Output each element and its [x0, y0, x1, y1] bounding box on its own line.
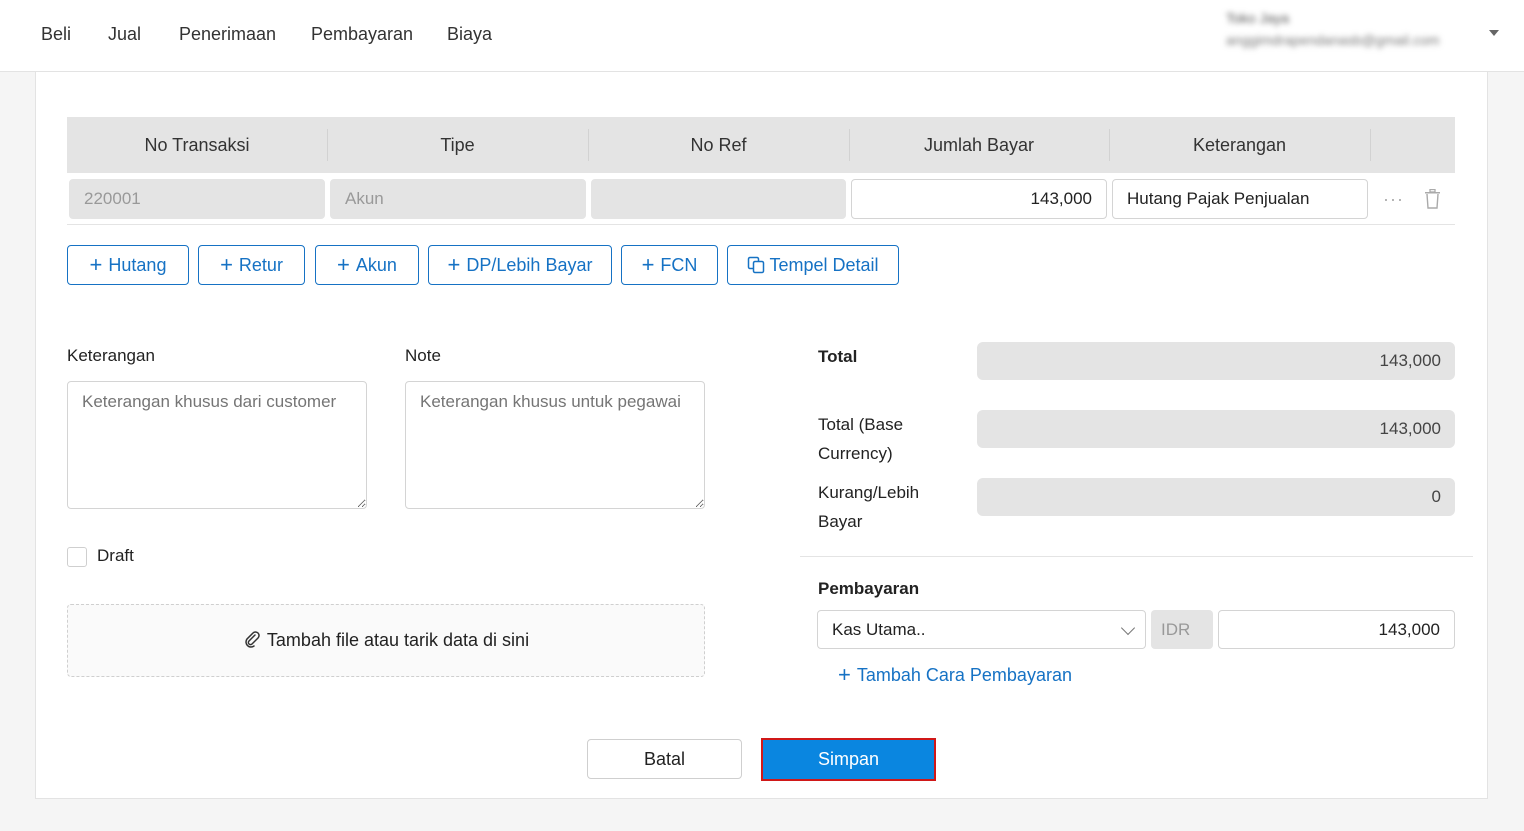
keterangan-row-input[interactable]: Hutang Pajak Penjualan — [1112, 179, 1368, 219]
payment-method-value: Kas Utama.. — [832, 620, 926, 639]
more-options-icon[interactable]: ··· — [1383, 189, 1404, 210]
add-hutang-label: Hutang — [108, 255, 167, 275]
col-divider — [1370, 129, 1371, 161]
tempel-detail-button[interactable]: Tempel Detail — [727, 245, 899, 285]
payment-amount-input[interactable]: 143,000 — [1218, 610, 1455, 649]
kurang-lebih-label-line1: Kurang/Lebih — [818, 483, 920, 502]
save-button[interactable]: Simpan — [761, 738, 936, 781]
dropzone-label: Tambah file atau tarik data di sini — [266, 630, 530, 650]
kurang-lebih-label: Kurang/Lebih Bayar — [818, 478, 919, 536]
plus-icon: + — [220, 252, 233, 277]
add-fcn-button[interactable]: + FCN — [621, 245, 718, 285]
nav-biaya[interactable]: Biaya — [447, 24, 492, 45]
tipe-field: Akun — [330, 179, 586, 219]
user-name: Toko Jaya — [1226, 10, 1290, 26]
add-dp-label: DP/Lebih Bayar — [466, 255, 593, 275]
col-jumlah-bayar: Jumlah Bayar — [923, 135, 1035, 155]
trash-icon[interactable] — [1424, 189, 1441, 209]
draft-checkbox[interactable] — [67, 547, 87, 567]
keterangan-textarea[interactable] — [67, 381, 367, 509]
no-ref-field — [591, 179, 846, 219]
add-akun-button[interactable]: + Akun — [315, 245, 419, 285]
table-header: No Transaksi Tipe No Ref Jumlah Bayar Ke… — [67, 117, 1455, 173]
add-retur-button[interactable]: + Retur — [198, 245, 305, 285]
draft-label: Draft — [97, 546, 134, 565]
plus-icon: + — [337, 252, 350, 277]
kurang-lebih-label-line2: Bayar — [818, 512, 863, 531]
total-base-label-line2: Currency) — [818, 444, 893, 463]
plus-icon: + — [838, 662, 851, 687]
summary-divider — [800, 556, 1473, 557]
pembayaran-title: Pembayaran — [818, 579, 920, 598]
paperclip-icon — [245, 631, 260, 648]
total-base-label-line1: Total (Base — [818, 415, 904, 434]
note-label: Note — [405, 346, 441, 365]
nav-penerimaan[interactable]: Penerimaan — [179, 24, 276, 45]
add-retur-label: Retur — [238, 255, 283, 275]
no-transaksi-field: 220001 — [69, 179, 325, 219]
tempel-detail-label: Tempel Detail — [769, 255, 879, 275]
file-dropzone[interactable]: Tambah file atau tarik data di sini — [67, 604, 705, 677]
user-menu[interactable]: Toko Jaya anggimdrapendanasb@gmail.com — [1226, 10, 1486, 48]
currency-field: IDR — [1151, 610, 1213, 649]
payment-method-select[interactable]: Kas Utama.. — [817, 610, 1146, 649]
total-base-field: 143,000 — [977, 410, 1455, 448]
user-email: anggimdrapendanasb@gmail.com — [1226, 32, 1440, 48]
kurang-lebih-field: 0 — [977, 478, 1455, 516]
add-akun-label: Akun — [355, 255, 397, 275]
plus-icon: + — [447, 252, 461, 277]
total-base-label: Total (Base Currency) — [818, 410, 903, 468]
total-label: Total — [818, 347, 858, 366]
keterangan-label: Keterangan — [67, 346, 155, 365]
plus-icon: + — [89, 252, 103, 277]
col-keterangan: Keterangan — [1192, 135, 1287, 155]
add-dp-button[interactable]: + DP/Lebih Bayar — [428, 245, 612, 285]
top-navbar: Beli Jual Penerimaan Pembayaran Biaya To… — [0, 0, 1524, 72]
total-field: 143,000 — [977, 342, 1455, 380]
col-no-transaksi: No Transaksi — [144, 135, 250, 155]
add-payment-label: Tambah Cara Pembayaran — [856, 665, 1072, 685]
add-fcn-label: FCN — [660, 255, 698, 275]
col-tipe: Tipe — [440, 135, 475, 155]
add-payment-method-link[interactable]: + Tambah Cara Pembayaran — [838, 662, 1072, 688]
cancel-button[interactable]: Batal — [587, 739, 742, 779]
nav-pembayaran[interactable]: Pembayaran — [311, 24, 413, 45]
jumlah-bayar-input[interactable]: 143,000 — [851, 179, 1107, 219]
nav-beli[interactable]: Beli — [41, 24, 71, 45]
plus-icon: + — [641, 252, 655, 277]
note-textarea[interactable] — [405, 381, 705, 509]
chevron-down-icon — [1120, 620, 1136, 636]
col-no-ref: No Ref — [690, 135, 747, 155]
add-hutang-button[interactable]: + Hutang — [67, 245, 189, 285]
copy-icon — [748, 256, 765, 274]
caret-down-icon[interactable] — [1489, 30, 1499, 36]
nav-jual[interactable]: Jual — [108, 24, 141, 45]
row-divider — [67, 224, 1455, 225]
